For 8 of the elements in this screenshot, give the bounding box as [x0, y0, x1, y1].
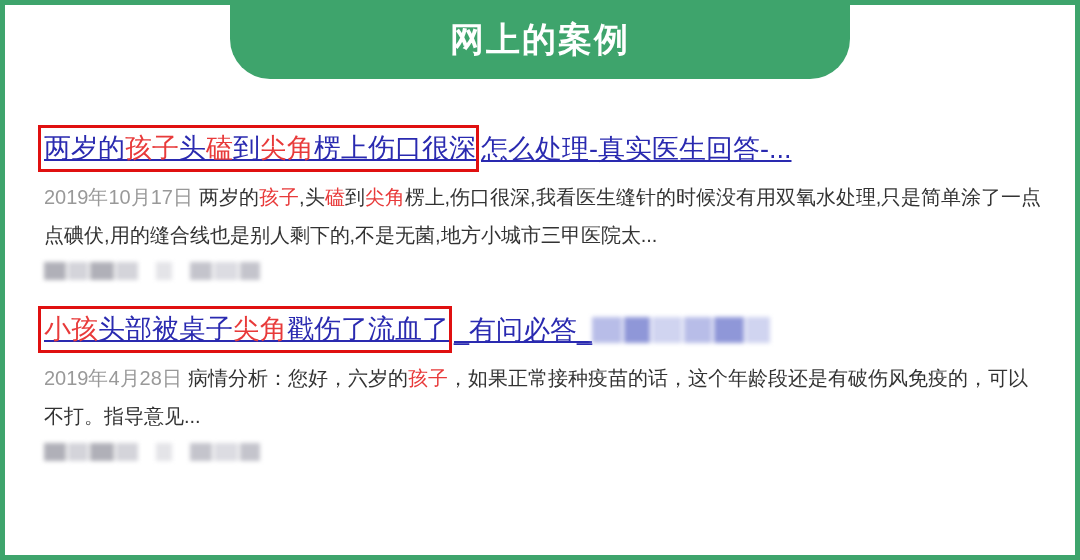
header-title: 网上的案例 — [450, 18, 630, 60]
blurred-source — [156, 443, 172, 461]
blurred-source — [190, 262, 260, 280]
blurred-source — [190, 443, 260, 461]
result-snippet: 2019年4月28日 病情分析：您好，六岁的孩子，如果正常接种疫苗的话，这个年龄段还是有破伤风免疫的，可以不打。指导意见... — [44, 366, 1029, 429]
result-snippet: 2019年10月17日 两岁的孩子,头磕到尖角楞上,伤口很深,我看医生缝针的时候没有用双氧水处理,只是简单涂了一点点碘伏,用的缝合线也是别人剩下的,不是无菌,地方小城市三甲医院太... — [44, 185, 1043, 248]
blurred-source — [156, 262, 172, 280]
result-title-link[interactable]: 两岁的孩子头磕到尖角楞上伤口很深 — [44, 130, 476, 166]
